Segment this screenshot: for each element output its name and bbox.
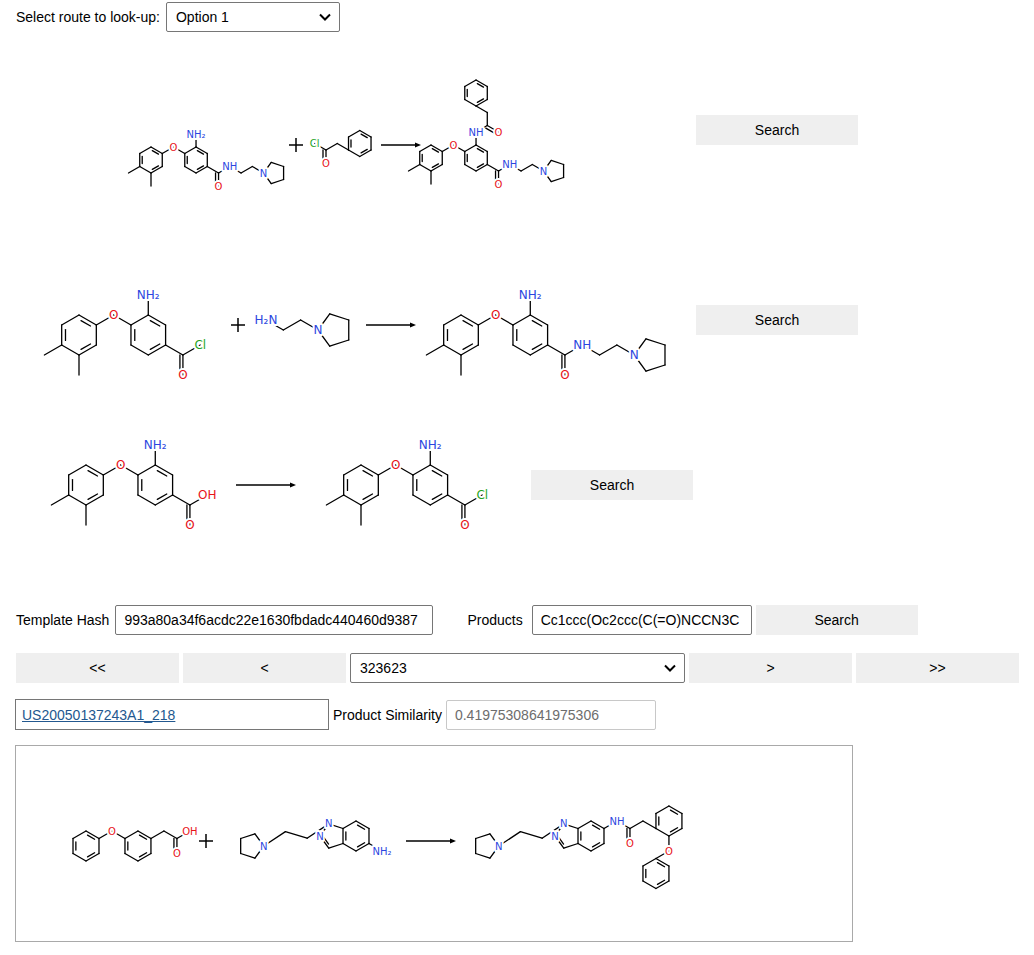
molecule: OOOH (73, 826, 198, 862)
page: Select route to look-up: Option 1 ONH₂ON… (0, 0, 1034, 942)
atom-label: N (560, 818, 567, 829)
atom-label: NH (573, 338, 591, 352)
atom-label: NH₂ (519, 288, 542, 302)
reaction-drawing: O NH₂ O Cl H₂N N O NH₂ O NH N (16, 250, 686, 390)
route-step: O NH₂ O OH O NH₂ O Cl Search (16, 430, 1019, 540)
molecule: H₂N N (255, 313, 349, 346)
atom-label: O (109, 308, 118, 322)
chevron-down-icon (664, 664, 676, 672)
atom-label: NH₂ (419, 438, 442, 452)
atom-label: O (170, 142, 178, 153)
products-label: Products (467, 612, 522, 628)
atom-label: O (495, 179, 503, 190)
plus-icon (231, 318, 245, 332)
previous-button[interactable]: < (183, 653, 346, 683)
molecule: O NH O O NH N (408, 80, 563, 190)
molecule: O NH₂ O OH (51, 438, 216, 532)
atom-label: N (260, 168, 267, 179)
atom-label: OH (182, 826, 197, 837)
arrow-icon (366, 323, 416, 328)
atom-label: Cl (476, 488, 488, 502)
route-steps: ONH₂ONHNOClONHOONHN SearchONH₂OClH₂NNONH… (16, 50, 1019, 540)
atom-label: N (551, 831, 558, 842)
plus-icon (289, 138, 303, 152)
arrow-icon (381, 143, 421, 148)
plus-icon (199, 834, 213, 848)
record-row: US20050137243A1_218 Product Similarity (16, 699, 1019, 730)
atom-label: O (495, 127, 503, 138)
atom-label: NH₂ (144, 438, 167, 452)
atom-label: Cl (194, 338, 206, 352)
products-search-button[interactable]: Search (756, 605, 918, 635)
arrow-icon (406, 839, 456, 844)
atom-label: N (495, 841, 502, 852)
atom-label: O (185, 518, 194, 532)
atom-label: O (322, 158, 330, 169)
molecule: O NH₂ O NH N (128, 129, 283, 192)
route-select-row: Select route to look-up: Option 1 (16, 2, 1019, 32)
template-row: Template Hash Products Search (16, 605, 1019, 635)
reaction-drawing: OOOHNNNNH₂NNNNHOO (16, 746, 852, 941)
search-button[interactable]: Search (696, 115, 858, 145)
chevron-down-icon (319, 13, 331, 21)
atom-label: O (178, 368, 187, 382)
route-step: ONH₂ONHNOClONHOONHN Search (16, 50, 1019, 210)
atom-label: H₂N (255, 313, 278, 327)
atom-label: NH₂ (187, 129, 206, 140)
molecule: O NH₂ O Cl (326, 438, 488, 532)
similarity-field (446, 700, 656, 730)
atom-label: O (460, 518, 469, 532)
atom-label: O (215, 181, 223, 192)
atom-label: O (173, 848, 181, 859)
products-field[interactable] (532, 605, 752, 635)
atom-label: O (116, 458, 125, 472)
search-button[interactable]: Search (531, 470, 693, 500)
route-select-label: Select route to look-up: (16, 9, 160, 25)
template-hash-field[interactable] (115, 605, 433, 635)
record-select[interactable]: 323623 (350, 653, 685, 683)
molecule: NNNNHOO (476, 806, 682, 889)
route-step: O NH₂ O Cl H₂N N O NH₂ O NH N Search (16, 250, 1019, 390)
atom-label: Cl (310, 138, 320, 149)
arrow-icon (236, 483, 296, 488)
record-navigation: << < 323623 > >> (16, 653, 1019, 683)
molecule: O NH₂ O NH N (426, 288, 665, 382)
atom-label: OH (198, 488, 216, 502)
atom-label: O (450, 140, 458, 151)
atom-label: N (260, 841, 267, 852)
atom-label: NH (502, 159, 517, 170)
reaction-drawing: ONH₂ONHNOClONHOONHN (16, 50, 686, 210)
atom-label: O (108, 826, 116, 837)
atom-label: NH (222, 161, 237, 172)
molecule: O NH₂ O Cl (44, 288, 206, 382)
atom-label: O (491, 308, 500, 322)
similarity-label: Product Similarity (333, 707, 442, 723)
atom-label: O (665, 846, 673, 857)
atom-label: O (391, 458, 400, 472)
atom-label: O (560, 368, 569, 382)
patent-link[interactable]: US20050137243A1_218 (22, 707, 175, 723)
atom-label: N (325, 818, 332, 829)
atom-label: NH₂ (137, 288, 160, 302)
molecule: OCl (310, 131, 371, 169)
molecule: NNNNH₂ (241, 818, 392, 858)
reaction-drawing: O NH₂ O OH O NH₂ O Cl (16, 430, 521, 540)
patent-link-box: US20050137243A1_218 (15, 699, 329, 730)
atom-label: O (626, 838, 634, 849)
template-hash-label: Template Hash (16, 612, 109, 628)
last-button[interactable]: >> (856, 653, 1019, 683)
next-button[interactable]: > (689, 653, 852, 683)
route-select[interactable]: Option 1 (166, 2, 340, 32)
atom-label: N (540, 166, 547, 177)
atom-label: N (313, 323, 322, 337)
first-button[interactable]: << (16, 653, 179, 683)
atom-label: NH (469, 127, 484, 138)
atom-label: NH (609, 816, 624, 827)
record-reaction-box: OOOHNNNNH₂NNNNHOO (15, 745, 853, 942)
search-button[interactable]: Search (696, 305, 858, 335)
atom-label: N (316, 831, 323, 842)
atom-label: N (630, 348, 639, 362)
atom-label: NH₂ (372, 846, 391, 857)
